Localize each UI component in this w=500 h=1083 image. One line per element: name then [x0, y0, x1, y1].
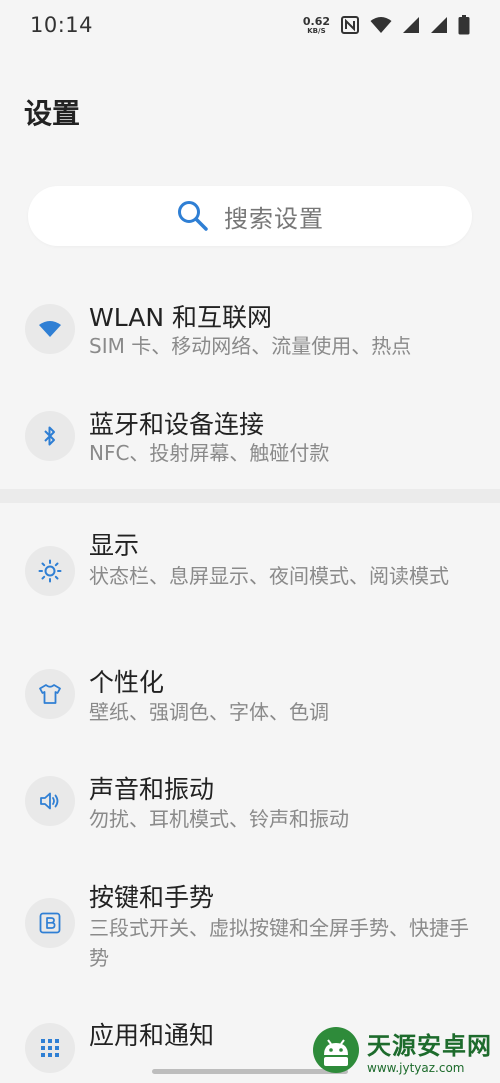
nfc-icon	[341, 16, 359, 34]
tshirt-icon	[25, 669, 75, 719]
search-input[interactable]: 搜索设置	[28, 186, 472, 246]
search-placeholder: 搜索设置	[224, 204, 324, 233]
status-icons: 0.62 KB/S	[303, 15, 470, 35]
item-subtitle: SIM 卡、移动网络、流量使用、热点	[89, 334, 412, 358]
item-title: 个性化	[89, 668, 165, 697]
item-subtitle: 三段式开关、虚拟按键和全屏手势、快捷手势	[89, 916, 469, 970]
watermark-logo: 天源安卓网 www.jytyaz.com	[311, 1025, 492, 1075]
settings-item-bluetooth[interactable]: 蓝牙和设备连接 NFC、投射屏幕、触碰付款	[0, 403, 500, 479]
network-speed-value: 0.62	[302, 14, 330, 28]
apps-grid-icon	[25, 1023, 75, 1073]
status-time: 10:14	[30, 13, 94, 37]
brightness-icon	[25, 546, 75, 596]
battery-icon	[458, 15, 470, 35]
network-speed-unit: KB/S	[307, 26, 326, 35]
item-title: 应用和通知	[89, 1021, 215, 1050]
item-subtitle: NFC、投射屏幕、触碰付款	[89, 441, 330, 465]
item-title: 显示	[89, 531, 140, 560]
settings-item-display[interactable]: 显示 状态栏、息屏显示、夜间模式、阅读模式	[0, 524, 500, 624]
item-title: WLAN 和互联网	[89, 303, 272, 332]
settings-item-sound[interactable]: 声音和振动 勿扰、耳机模式、铃声和振动	[0, 768, 500, 844]
item-title: 按键和手势	[89, 883, 215, 912]
watermark-url: www.jytyaz.com	[367, 1060, 465, 1075]
section-divider	[0, 489, 500, 503]
search-icon	[178, 201, 208, 231]
signal-icon	[403, 17, 419, 33]
item-title: 蓝牙和设备连接	[89, 410, 265, 439]
settings-item-buttons-gestures[interactable]: 按键和手势 三段式开关、虚拟按键和全屏手势、快捷手势	[0, 876, 500, 976]
settings-item-personalization[interactable]: 个性化 壁纸、强调色、字体、色调	[0, 661, 500, 737]
signal-icon	[431, 17, 447, 33]
wifi-icon	[25, 304, 75, 354]
wifi-icon	[370, 17, 392, 33]
page-title: 设置	[24, 97, 81, 130]
bluetooth-icon	[25, 411, 75, 461]
item-title: 声音和振动	[89, 775, 215, 804]
speaker-icon	[25, 776, 75, 826]
network-speed: 0.62 KB/S	[303, 16, 330, 35]
watermark-text: 天源安卓网 www.jytyaz.com	[367, 1026, 492, 1075]
item-subtitle: 状态栏、息屏显示、夜间模式、阅读模式	[89, 564, 449, 588]
android-logo-icon	[313, 1027, 359, 1073]
settings-item-wlan[interactable]: WLAN 和互联网 SIM 卡、移动网络、流量使用、热点	[0, 296, 500, 372]
button-b-icon	[25, 898, 75, 948]
item-subtitle: 勿扰、耳机模式、铃声和振动	[89, 807, 349, 831]
item-subtitle: 壁纸、强调色、字体、色调	[89, 700, 329, 724]
status-bar: 10:14 0.62 KB/S	[0, 0, 500, 50]
watermark-title: 天源安卓网	[367, 1031, 492, 1060]
